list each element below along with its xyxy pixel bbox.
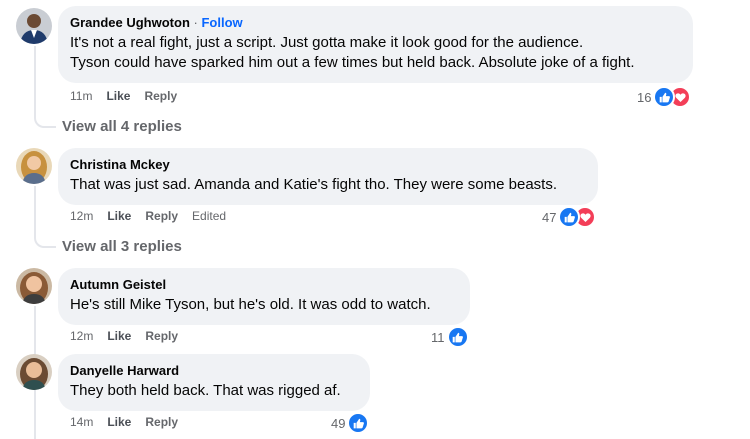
reaction-summary[interactable]: 49 <box>331 412 370 434</box>
author-name[interactable]: Grandee Ughwoton <box>70 15 190 30</box>
thread-elbow <box>34 116 56 128</box>
reply-button[interactable]: Reply <box>145 415 178 429</box>
reaction-count: 16 <box>637 89 652 105</box>
author-name[interactable]: Danyelle Harward <box>70 363 179 378</box>
avatar[interactable] <box>16 8 52 44</box>
reaction-count: 11 <box>431 329 445 345</box>
like-icon <box>446 326 469 348</box>
like-icon <box>347 412 370 434</box>
reply-button[interactable]: Reply <box>144 89 177 103</box>
thread-line <box>34 390 36 439</box>
comment-timestamp[interactable]: 12m <box>70 209 93 223</box>
like-button[interactable]: Like <box>107 415 131 429</box>
edited-label: Edited <box>192 209 227 223</box>
reply-button[interactable]: Reply <box>145 209 178 223</box>
comment-actions: 11m Like Reply <box>70 88 191 104</box>
avatar[interactable] <box>16 148 52 184</box>
comment-actions: 14m Like Reply <box>70 414 192 430</box>
comment-actions: 12m Like Reply Edited <box>70 208 240 224</box>
reaction-summary[interactable]: 16 <box>637 86 692 108</box>
reaction-summary[interactable]: 47 <box>542 206 597 228</box>
comment-bubble: Grandee Ughwoton · Follow It's not a rea… <box>58 6 693 83</box>
reaction-summary[interactable]: 11 <box>431 326 469 348</box>
view-replies-link[interactable]: View all 3 replies <box>62 238 182 255</box>
like-button[interactable]: Like <box>106 89 130 103</box>
thread-line <box>34 46 36 116</box>
reply-button[interactable]: Reply <box>145 329 178 343</box>
thread-line <box>34 186 36 236</box>
view-replies-link[interactable]: View all 4 replies <box>62 118 182 135</box>
comment-timestamp[interactable]: 12m <box>70 329 93 343</box>
comment-text-line: That was just sad. Amanda and Katie's fi… <box>70 176 558 193</box>
follow-separator: · <box>193 15 198 30</box>
comment-bubble: Autumn Geistel He's still Mike Tyson, bu… <box>58 268 470 325</box>
comment-actions: 12m Like Reply <box>70 328 192 344</box>
follow-button[interactable]: Follow <box>201 15 242 30</box>
like-button[interactable]: Like <box>107 329 131 343</box>
avatar[interactable] <box>16 268 52 304</box>
reaction-count: 49 <box>331 415 346 431</box>
reaction-count: 47 <box>542 209 557 225</box>
comment-timestamp[interactable]: 14m <box>70 415 93 429</box>
like-button[interactable]: Like <box>107 209 131 223</box>
author-name[interactable]: Christina Mckey <box>70 157 170 172</box>
comment-bubble: Christina Mckey That was just sad. Amand… <box>58 148 598 205</box>
thread-line <box>34 306 36 356</box>
comment-text-line: He's still Mike Tyson, but he's old. It … <box>70 296 431 313</box>
comment-text-line: It's not a real fight, just a script. Ju… <box>70 34 584 51</box>
comment-text-line: They both held back. That was rigged af. <box>70 382 341 399</box>
avatar[interactable] <box>16 354 52 390</box>
comment-text-line: Tyson could have sparked him out a few t… <box>70 54 635 71</box>
thread-elbow <box>34 236 56 248</box>
author-name[interactable]: Autumn Geistel <box>70 277 166 292</box>
comment-timestamp[interactable]: 11m <box>70 89 92 103</box>
comment-bubble: Danyelle Harward They both held back. Th… <box>58 354 370 411</box>
